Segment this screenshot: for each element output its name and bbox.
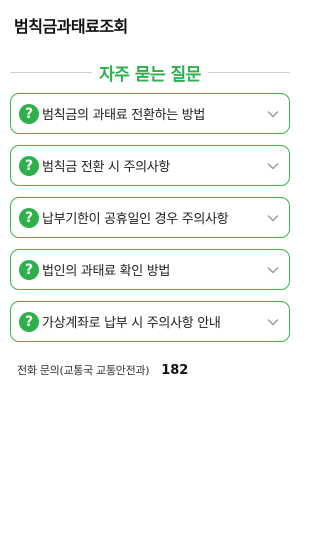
- question-icon-glyph: ?: [24, 105, 34, 122]
- faq-item-convert-method[interactable]: ? 범칙금의 과태료 전환하는 방법: [10, 93, 290, 134]
- chevron-down-icon: [267, 318, 279, 325]
- faq-item-virtual-account[interactable]: ? 가상계좌로 납부 시 주의사항 안내: [10, 301, 290, 342]
- question-icon: ?: [19, 311, 39, 332]
- contact-info: 전화 문의(교통국 교통안전과) 182: [17, 362, 188, 378]
- faq-section-header: 자주 묻는 질문: [10, 60, 290, 85]
- question-icon: ?: [19, 259, 39, 280]
- faq-item-holiday-deadline[interactable]: ? 납부기한이 공휴일인 경우 주의사항: [10, 197, 290, 238]
- faq-item-convert-caution[interactable]: ? 범칙금 전환 시 주의사항: [10, 145, 290, 186]
- page-title: 범칙금과태료조회: [14, 17, 128, 36]
- chevron-down-icon: [267, 266, 279, 273]
- contact-phone-number[interactable]: 182: [161, 363, 188, 378]
- chevron-down-icon: [267, 110, 279, 117]
- faq-heading: 자주 묻는 질문: [99, 64, 201, 85]
- faq-item-corporate-check[interactable]: ? 법인의 과태료 확인 방법: [10, 249, 290, 290]
- faq-item-label: 법인의 과태료 확인 방법: [42, 264, 171, 279]
- divider-right: [207, 71, 290, 73]
- faq-item-label: 납부기한이 공휴일인 경우 주의사항: [42, 212, 229, 227]
- chevron-down-icon: [267, 162, 279, 169]
- divider-left: [10, 71, 93, 73]
- faq-list: ? 범칙금의 과태료 전환하는 방법 ? 범칙금 전환 시 주의사항 ? 납부기…: [10, 93, 290, 353]
- faq-item-label: 범칙금의 과태료 전환하는 방법: [42, 108, 206, 123]
- faq-item-label: 범칙금 전환 시 주의사항: [42, 160, 171, 175]
- faq-item-label: 가상계좌로 납부 시 주의사항 안내: [42, 316, 221, 331]
- question-icon-glyph: ?: [24, 313, 34, 330]
- chevron-down-icon: [267, 214, 279, 221]
- question-icon-glyph: ?: [24, 261, 34, 278]
- contact-label: 전화 문의(교통국 교통안전과): [17, 364, 150, 377]
- question-icon-glyph: ?: [24, 209, 34, 226]
- question-icon: ?: [19, 207, 39, 228]
- question-icon: ?: [19, 155, 39, 176]
- question-icon: ?: [19, 103, 39, 124]
- question-icon-glyph: ?: [24, 157, 34, 174]
